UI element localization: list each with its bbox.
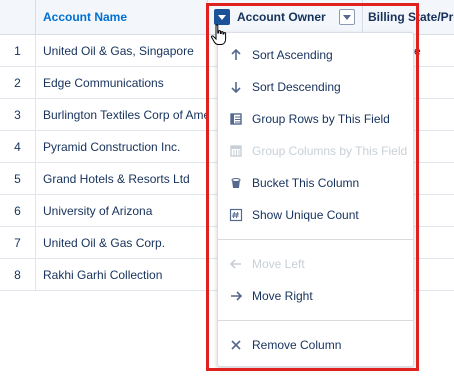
- hand-cursor-icon: [210, 24, 227, 45]
- account-name-cell[interactable]: United Oil & Gas, Singapore: [36, 35, 208, 67]
- row-number-header: [0, 0, 36, 35]
- row-number: 3: [0, 99, 36, 131]
- highlight-box: [206, 3, 419, 371]
- account-name-cell[interactable]: Pyramid Construction Inc.: [36, 131, 208, 163]
- account-name-cell[interactable]: Grand Hotels & Resorts Ltd: [36, 163, 208, 195]
- account-name-cell[interactable]: Burlington Textiles Corp of Amer: [36, 99, 208, 131]
- account-name-cell[interactable]: Edge Communications: [36, 67, 208, 99]
- row-number: 4: [0, 131, 36, 163]
- row-number: 7: [0, 227, 36, 259]
- account-name-cell[interactable]: University of Arizona: [36, 195, 208, 227]
- column-header-account-name[interactable]: Account Name: [36, 0, 208, 35]
- row-number: 6: [0, 195, 36, 227]
- row-number: 5: [0, 163, 36, 195]
- account-name-cell[interactable]: United Oil & Gas Corp.: [36, 227, 208, 259]
- row-number: 8: [0, 259, 36, 291]
- row-number: 1: [0, 35, 36, 67]
- row-number: 2: [0, 67, 36, 99]
- account-name-cell[interactable]: Rakhi Garhi Collection: [36, 259, 208, 291]
